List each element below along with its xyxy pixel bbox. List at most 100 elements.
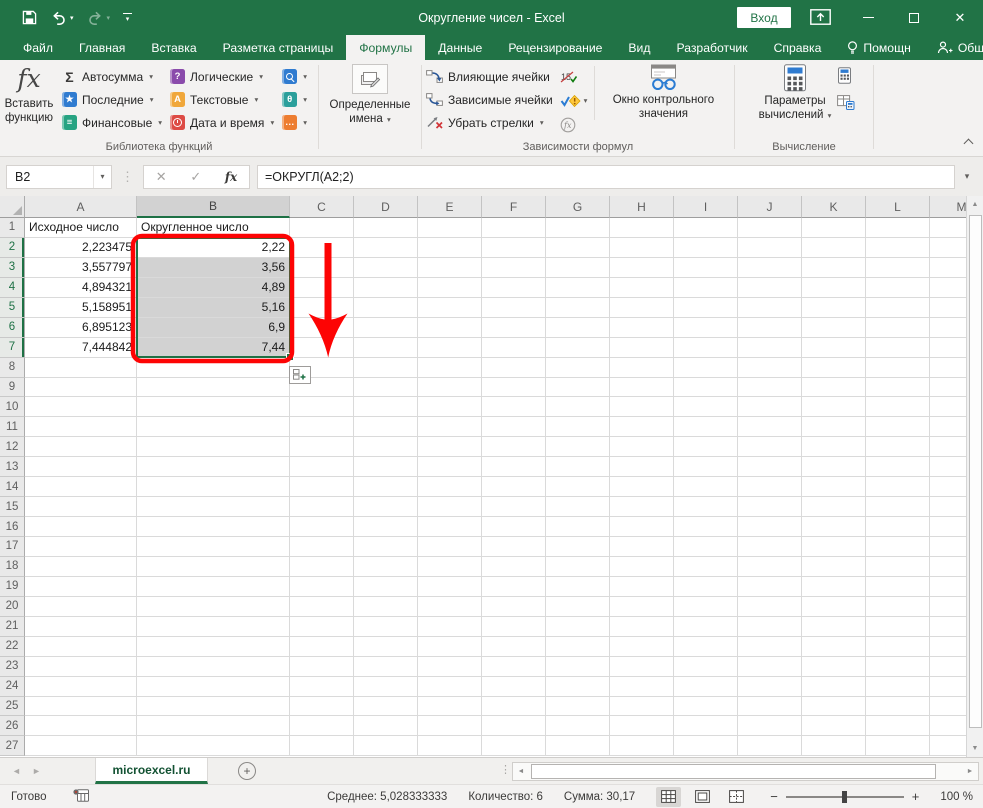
cell-J10[interactable] xyxy=(738,397,802,417)
cell-L10[interactable] xyxy=(866,397,930,417)
cell-C16[interactable] xyxy=(290,517,354,537)
cell-F13[interactable] xyxy=(482,457,546,477)
cell-F8[interactable] xyxy=(482,358,546,378)
sheet-tab-microexcel[interactable]: microexcel.ru xyxy=(95,758,208,784)
cell-C23[interactable] xyxy=(290,657,354,677)
cell-H1[interactable] xyxy=(610,218,674,238)
cell-B11[interactable] xyxy=(137,417,290,437)
cell-H3[interactable] xyxy=(610,258,674,278)
cell-F26[interactable] xyxy=(482,716,546,736)
cell-J18[interactable] xyxy=(738,557,802,577)
cell-K19[interactable] xyxy=(802,577,866,597)
cell-B15[interactable] xyxy=(137,497,290,517)
cell-D19[interactable] xyxy=(354,577,418,597)
cell-I3[interactable] xyxy=(674,258,738,278)
cell-E23[interactable] xyxy=(418,657,482,677)
cell-L19[interactable] xyxy=(866,577,930,597)
row-header-18[interactable]: 18 xyxy=(0,557,25,577)
cell-F23[interactable] xyxy=(482,657,546,677)
column-header-A[interactable]: A xyxy=(25,196,137,218)
cell-D27[interactable] xyxy=(354,736,418,756)
horizontal-scrollbar[interactable]: ◄ ► xyxy=(512,762,979,781)
cell-B21[interactable] xyxy=(137,617,290,637)
save-button[interactable] xyxy=(22,10,37,25)
cell-J8[interactable] xyxy=(738,358,802,378)
cell-G16[interactable] xyxy=(546,517,610,537)
cell-E7[interactable] xyxy=(418,338,482,358)
cell-E12[interactable] xyxy=(418,437,482,457)
cell-H14[interactable] xyxy=(610,477,674,497)
cell-L1[interactable] xyxy=(866,218,930,238)
cell-J26[interactable] xyxy=(738,716,802,736)
cell-M21[interactable] xyxy=(930,617,966,637)
enter-button[interactable]: ✓ xyxy=(190,169,201,185)
vertical-scroll-thumb[interactable] xyxy=(969,215,982,728)
undo-button[interactable]: ▾ xyxy=(50,11,74,25)
cell-A23[interactable] xyxy=(25,657,137,677)
autosum-button[interactable]: Σ Автосумма ▾ xyxy=(58,65,166,88)
cell-G12[interactable] xyxy=(546,437,610,457)
cell-G24[interactable] xyxy=(546,677,610,697)
cell-E8[interactable] xyxy=(418,358,482,378)
cell-K14[interactable] xyxy=(802,477,866,497)
cell-I5[interactable] xyxy=(674,298,738,318)
cell-G25[interactable] xyxy=(546,697,610,717)
row-header-15[interactable]: 15 xyxy=(0,497,25,517)
cell-C7[interactable] xyxy=(290,338,354,358)
cell-I8[interactable] xyxy=(674,358,738,378)
cell-J20[interactable] xyxy=(738,597,802,617)
column-header-B[interactable]: B xyxy=(137,196,290,218)
cell-K24[interactable] xyxy=(802,677,866,697)
cell-J14[interactable] xyxy=(738,477,802,497)
cell-H22[interactable] xyxy=(610,637,674,657)
cell-C22[interactable] xyxy=(290,637,354,657)
cell-F21[interactable] xyxy=(482,617,546,637)
cell-H18[interactable] xyxy=(610,557,674,577)
cell-G22[interactable] xyxy=(546,637,610,657)
cell-M13[interactable] xyxy=(930,457,966,477)
undo-dropdown[interactable]: ▾ xyxy=(70,14,74,22)
cell-B19[interactable] xyxy=(137,577,290,597)
trace-dependents-button[interactable]: Зависимые ячейки xyxy=(422,88,557,111)
cell-D4[interactable] xyxy=(354,278,418,298)
cell-H4[interactable] xyxy=(610,278,674,298)
cell-M19[interactable] xyxy=(930,577,966,597)
cell-J11[interactable] xyxy=(738,417,802,437)
column-header-K[interactable]: K xyxy=(802,196,866,218)
cell-L24[interactable] xyxy=(866,677,930,697)
calculate-sheet-button[interactable] xyxy=(837,95,855,115)
cell-I9[interactable] xyxy=(674,378,738,398)
cell-A7[interactable]: 7,444842 xyxy=(25,338,137,358)
cell-G2[interactable] xyxy=(546,238,610,258)
cell-C5[interactable] xyxy=(290,298,354,318)
cell-J16[interactable] xyxy=(738,517,802,537)
cell-A12[interactable] xyxy=(25,437,137,457)
row-header-5[interactable]: 5 xyxy=(0,298,25,318)
cell-C15[interactable] xyxy=(290,497,354,517)
cell-H23[interactable] xyxy=(610,657,674,677)
zoom-slider-track[interactable] xyxy=(786,796,904,798)
cell-F12[interactable] xyxy=(482,437,546,457)
cell-E20[interactable] xyxy=(418,597,482,617)
horizontal-scroll-thumb[interactable] xyxy=(531,764,936,779)
cell-G15[interactable] xyxy=(546,497,610,517)
cell-J6[interactable] xyxy=(738,318,802,338)
row-header-26[interactable]: 26 xyxy=(0,716,25,736)
cell-L11[interactable] xyxy=(866,417,930,437)
scroll-left-button[interactable]: ◄ xyxy=(513,763,529,780)
cell-E4[interactable] xyxy=(418,278,482,298)
name-box-dropdown[interactable]: ▾ xyxy=(93,166,111,188)
cell-E24[interactable] xyxy=(418,677,482,697)
column-header-C[interactable]: C xyxy=(290,196,354,218)
cell-J7[interactable] xyxy=(738,338,802,358)
row-header-16[interactable]: 16 xyxy=(0,517,25,537)
cell-C19[interactable] xyxy=(290,577,354,597)
cell-G13[interactable] xyxy=(546,457,610,477)
zoom-level[interactable]: 100 % xyxy=(940,791,973,803)
cell-E2[interactable] xyxy=(418,238,482,258)
row-header-25[interactable]: 25 xyxy=(0,697,25,717)
cell-M20[interactable] xyxy=(930,597,966,617)
cell-J2[interactable] xyxy=(738,238,802,258)
cell-A1[interactable]: Исходное число xyxy=(25,218,137,238)
row-header-20[interactable]: 20 xyxy=(0,597,25,617)
